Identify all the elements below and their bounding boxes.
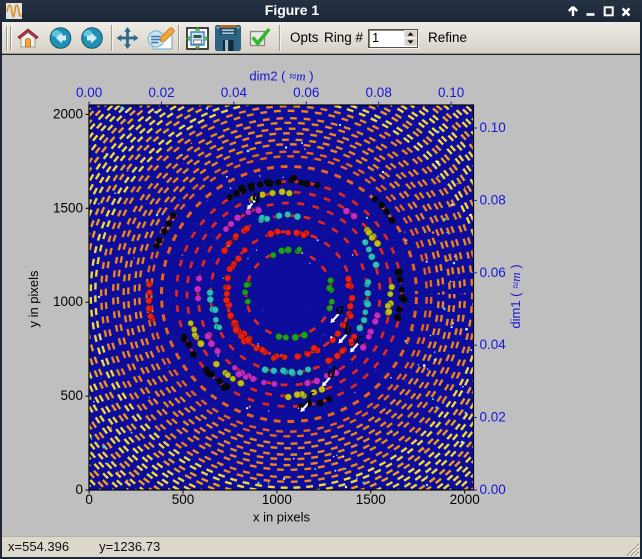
svg-text:b: b [344,322,352,339]
svg-text:0.06: 0.06 [480,265,506,280]
svg-text:500: 500 [60,388,83,403]
svg-text:1500: 1500 [356,492,386,507]
svg-text:0.00: 0.00 [76,85,102,100]
svg-text:0.02: 0.02 [148,85,174,100]
svg-text:1000: 1000 [53,294,83,309]
svg-text:0.04: 0.04 [480,337,507,352]
svg-text:0.08: 0.08 [480,192,506,207]
svg-text:0.08: 0.08 [366,85,392,100]
svg-text:1000: 1000 [262,492,292,507]
svg-text:2000: 2000 [450,492,480,507]
svg-text:0.10: 0.10 [438,85,464,100]
svg-text:dim2 ( ≈m ): dim2 ( ≈m ) [249,69,313,84]
svg-text:c: c [356,331,363,348]
svg-text:a: a [336,301,344,318]
svg-text:d: d [328,365,337,382]
svg-text:500: 500 [172,492,195,507]
svg-text:1500: 1500 [53,200,83,215]
svg-text:2000: 2000 [53,106,83,121]
svg-text:0.10: 0.10 [480,120,506,135]
svg-text:0: 0 [85,492,93,507]
svg-text:0.02: 0.02 [480,410,506,425]
svg-text:g: g [252,188,261,205]
svg-text:x in pixels: x in pixels [253,510,311,525]
svg-text:dim1 ( ≈m ): dim1 ( ≈m ) [508,264,523,328]
svg-text:0: 0 [75,482,83,497]
svg-text:y in pixels: y in pixels [26,270,41,328]
svg-text:0.00: 0.00 [480,482,506,497]
svg-text:0.04: 0.04 [221,85,248,100]
svg-text:0.06: 0.06 [293,85,319,100]
